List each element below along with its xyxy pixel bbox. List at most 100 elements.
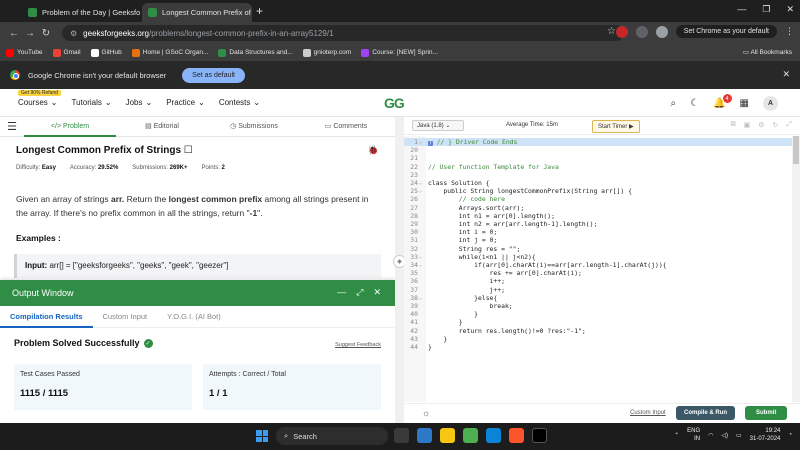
code-line[interactable]: 22 // User function Template for Java	[404, 163, 800, 171]
notification-icon[interactable]: ◔	[788, 432, 792, 438]
code-line[interactable]: 21	[404, 154, 800, 162]
code-line[interactable]: 30 int i = 0;	[404, 228, 800, 236]
copy-icon[interactable]: ⧉	[731, 121, 736, 129]
code-line[interactable]: 38 ⌄ }else{	[404, 294, 800, 302]
notification-bell-icon[interactable]: 🔔 4	[713, 94, 732, 109]
lightbulb-icon[interactable]: ☼	[422, 408, 430, 418]
menu-jobs[interactable]: Jobs ⌄	[126, 98, 153, 107]
tab-longest-common-prefix[interactable]: Longest Common Prefix of Strings ✕	[142, 3, 252, 22]
chrome-icon[interactable]	[463, 428, 478, 443]
gfg-logo[interactable]: GG	[384, 95, 405, 111]
code-area[interactable]: 1 ⌄} // } Driver Code Ends 20 21 22// User f…	[404, 136, 800, 402]
fullscreen-icon[interactable]: ⤢	[786, 121, 792, 129]
edge-icon[interactable]	[486, 428, 501, 443]
minimize-icon[interactable]: —	[337, 287, 346, 298]
forward-icon[interactable]: →	[22, 28, 38, 39]
address-bar[interactable]: ⚙ geeksforgeeks.org /problems/longest-co…	[62, 25, 624, 41]
code-line[interactable]: 37 j++;	[404, 286, 800, 294]
code-line[interactable]: 31 int j = 0;	[404, 236, 800, 244]
translate-icon[interactable]: ▦	[740, 98, 749, 109]
code-line[interactable]: 44}	[404, 343, 800, 351]
clock[interactable]: 19:24 31-07-2024	[750, 427, 781, 443]
menu-contests[interactable]: Contests ⌄	[219, 98, 260, 107]
code-line[interactable]: 42 return res.length()!=0 ?res:"-1";	[404, 327, 800, 335]
close-icon[interactable]: ✕	[373, 287, 381, 298]
fold-icon[interactable]: ⌄	[419, 179, 422, 187]
search-icon[interactable]: ⌕	[671, 98, 677, 109]
code-line[interactable]: 35 res += arr[0].charAt(i);	[404, 269, 800, 277]
bookmark-icon[interactable]: ☐	[184, 145, 193, 156]
settings-icon[interactable]: ⚙	[758, 121, 764, 129]
tab-comments[interactable]: ▭ Comments	[300, 117, 392, 137]
new-tab-button[interactable]: +	[256, 4, 263, 18]
reset-icon[interactable]: ↻	[773, 121, 779, 129]
language-indicator[interactable]: ENG IN	[687, 427, 700, 443]
volume-icon[interactable]: ◁)	[721, 432, 728, 439]
code-line[interactable]: 34 ⌄ if(arr[0].charAt(i)==arr[arr.length-…	[404, 261, 800, 269]
code-line[interactable]: 43 }	[404, 335, 800, 343]
code-line[interactable]: 24 ⌄ class Solution {	[404, 179, 800, 187]
scrollbar-thumb[interactable]	[793, 136, 799, 164]
expand-icon[interactable]: ⤢	[356, 287, 363, 298]
code-line[interactable]: 29 int n2 = arr[arr.length-1].length();	[404, 220, 800, 228]
file-explorer-icon[interactable]	[394, 428, 409, 443]
code-line[interactable]: 20	[404, 146, 800, 154]
tab-editorial[interactable]: ▤ Editorial	[116, 117, 208, 137]
code-line[interactable]: 26 // code here	[404, 195, 800, 203]
code-line[interactable]: 32 String res = "";	[404, 245, 800, 253]
chevron-up-icon[interactable]: ⌃	[674, 432, 679, 439]
tab-yogi[interactable]: Y.O.G.I. (AI Bot)	[157, 306, 231, 328]
extensions-puzzle-icon[interactable]	[635, 25, 648, 38]
fold-icon[interactable]: ⌄	[419, 261, 422, 269]
windows-start-icon[interactable]	[256, 430, 268, 442]
close-window-icon[interactable]: ✕	[786, 4, 794, 15]
intellij-icon[interactable]	[532, 428, 547, 443]
fold-icon[interactable]: ⌄	[419, 138, 422, 146]
menu-practice[interactable]: Practice ⌄	[166, 98, 205, 107]
tab-custom-input[interactable]: Custom Input	[93, 306, 158, 328]
avatar[interactable]: A	[763, 96, 778, 111]
code-line[interactable]: 23	[404, 171, 800, 179]
tab-problem[interactable]: </> Problem	[24, 117, 116, 137]
minimize-icon[interactable]: —	[737, 4, 746, 15]
code-line[interactable]: 41 }	[404, 318, 800, 326]
tab-problem-of-the-day[interactable]: Problem of the Day | GeeksforGeeks ✕	[22, 3, 140, 22]
maximize-icon[interactable]: ❐	[762, 4, 770, 15]
panel-splitter[interactable]: ◈	[393, 117, 406, 423]
brave-icon[interactable]	[509, 428, 524, 443]
suggest-feedback-link[interactable]: Suggest Feedback	[335, 342, 381, 348]
tab-compilation-results[interactable]: Compilation Results	[0, 306, 93, 328]
folder-icon[interactable]	[440, 428, 455, 443]
editor-scrollbar[interactable]	[792, 136, 800, 402]
bookmark-gsoc[interactable]: Home | GSoC Organ...	[131, 48, 208, 57]
tab-submissions[interactable]: ◷ Submissions	[208, 117, 300, 137]
save-icon[interactable]: ▣	[744, 121, 751, 129]
code-line[interactable]: 39 break;	[404, 302, 800, 310]
close-icon[interactable]: ✕	[782, 69, 790, 80]
reload-icon[interactable]: ↻	[38, 28, 54, 39]
fold-icon[interactable]: ⌄	[419, 294, 422, 302]
hamburger-icon[interactable]: ☰	[0, 120, 24, 133]
bookmark-gmail[interactable]: Gmail	[52, 48, 81, 57]
menu-dots-icon[interactable]: ⋮	[785, 26, 794, 37]
code-line[interactable]: 27 Arrays.sort(arr);	[404, 204, 800, 212]
bookmark-youtube[interactable]: YouTube	[6, 48, 43, 57]
back-icon[interactable]: ←	[6, 28, 22, 39]
dark-mode-icon[interactable]: ☾	[690, 98, 699, 109]
vscode-icon[interactable]	[417, 428, 432, 443]
language-select[interactable]: Java (1.8) ⌄	[412, 120, 464, 131]
bookmark-course[interactable]: Course: [NEW] Sprin...	[361, 48, 438, 57]
code-line[interactable]: 25 ⌄ public String longestCommonPrefix(St…	[404, 187, 800, 195]
fold-icon[interactable]: ⌄	[419, 187, 422, 195]
menu-courses[interactable]: Courses ⌄	[18, 98, 58, 107]
wifi-icon[interactable]: ◠	[708, 432, 713, 439]
menu-tutorials[interactable]: Tutorials ⌄	[72, 98, 112, 107]
submit-button[interactable]: Submit	[745, 406, 788, 420]
code-line[interactable]: 1 ⌄} // } Driver Code Ends	[404, 138, 800, 147]
all-bookmarks-button[interactable]: ▭ All Bookmarks	[743, 48, 792, 56]
report-bug-icon[interactable]: 🐞	[368, 145, 379, 156]
bookmark-dsa[interactable]: Data Structures and...	[218, 48, 293, 57]
set-chrome-default-button[interactable]: Set Chrome as your default	[675, 25, 777, 38]
code-line[interactable]: 40 }	[404, 310, 800, 318]
custom-input-link[interactable]: Custom Input	[630, 410, 666, 416]
